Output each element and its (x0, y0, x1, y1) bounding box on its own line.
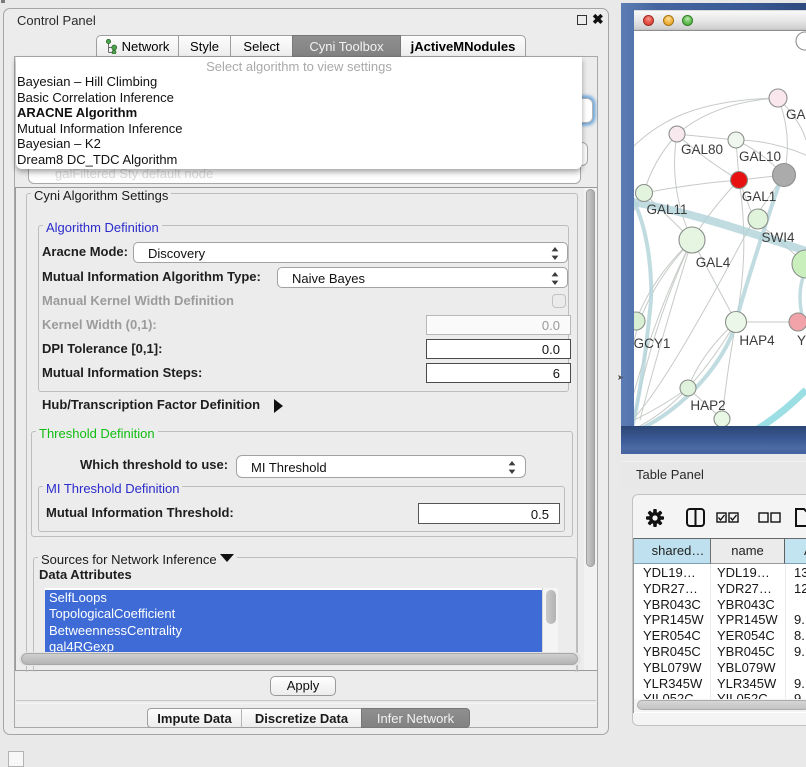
svg-text:HAP2: HAP2 (690, 398, 725, 413)
svg-text:HAP4: HAP4 (739, 333, 775, 348)
svg-text:GAL10: GAL10 (739, 149, 781, 164)
svg-text:GAL4: GAL4 (696, 255, 731, 270)
svg-text:YB: YB (797, 333, 806, 348)
svg-text:GAL1: GAL1 (742, 189, 777, 204)
svg-text:GAL11: GAL11 (646, 202, 687, 217)
svg-text:SWI4: SWI4 (761, 230, 794, 245)
svg-text:GAL2: GAL2 (786, 107, 806, 122)
svg-text:GCY1: GCY1 (634, 336, 670, 351)
svg-text:GAL80: GAL80 (681, 142, 723, 157)
